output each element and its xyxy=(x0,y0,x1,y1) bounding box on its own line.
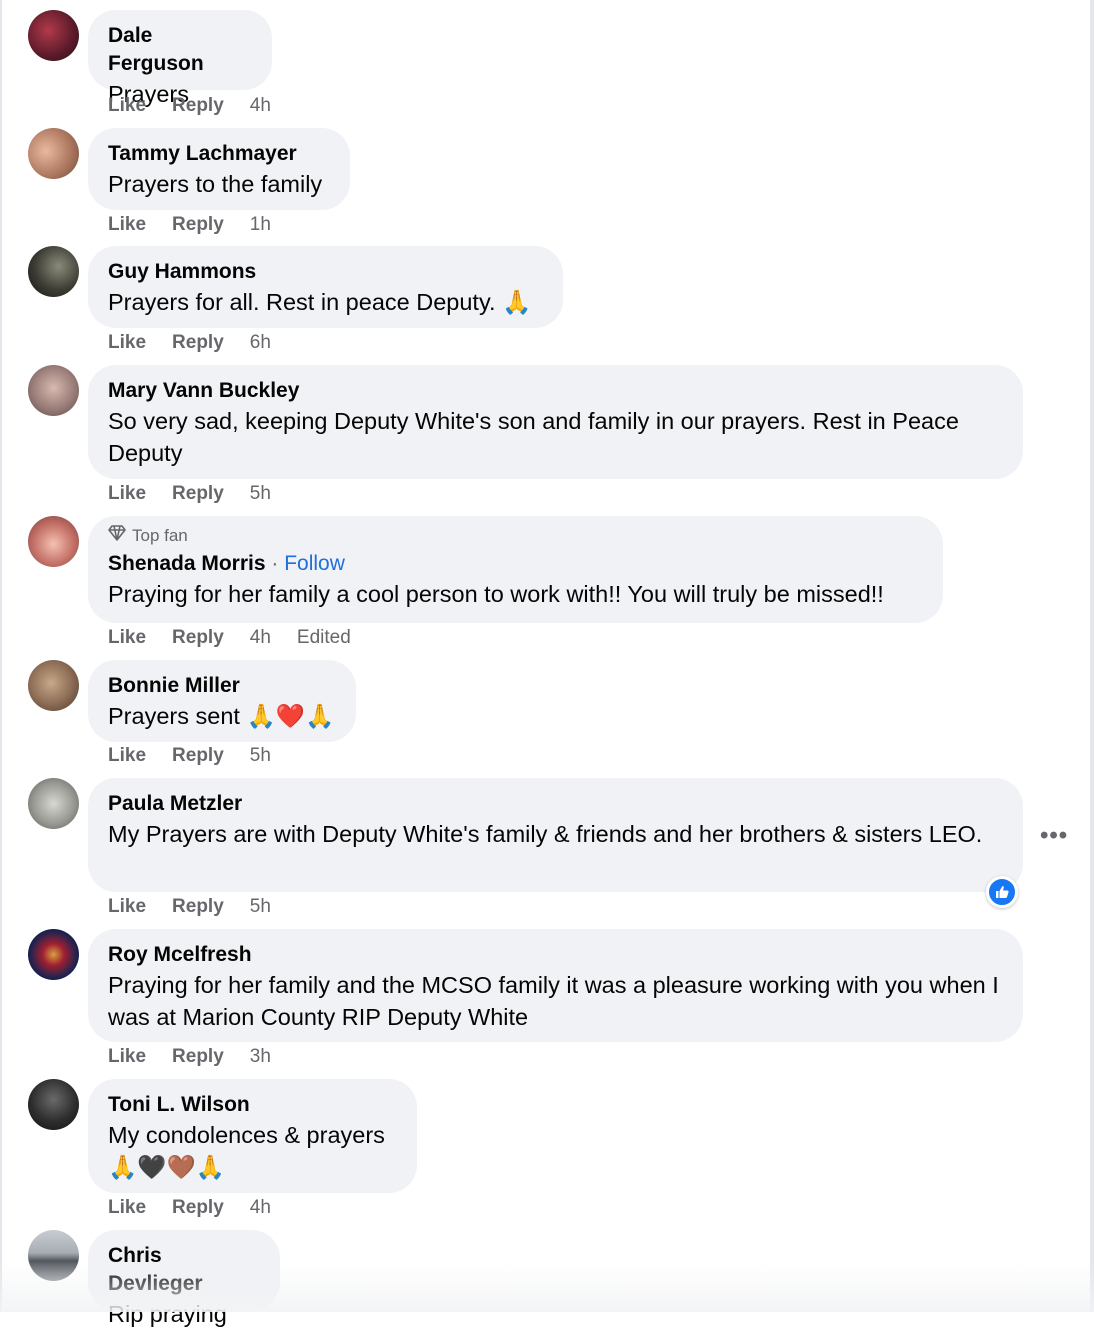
bottom-fade xyxy=(0,1262,1094,1312)
avatar[interactable] xyxy=(28,1079,79,1130)
avatar[interactable] xyxy=(28,246,79,297)
comment-bubble: Top fan Shenada Morris · Follow Praying … xyxy=(88,516,943,623)
comment-text: My Prayers are with Deputy White's famil… xyxy=(108,821,983,847)
comment-text: Praying for her family and the MCSO fami… xyxy=(108,972,999,1030)
reply-button[interactable]: Reply xyxy=(172,332,224,354)
avatar[interactable] xyxy=(28,10,79,61)
comment-author[interactable]: Toni L. Wilson xyxy=(108,1091,397,1119)
comment-actions: Like Reply 5h xyxy=(108,745,297,767)
like-button[interactable]: Like xyxy=(108,214,146,236)
comment-emoji-line: 🙏🖤🤎🙏 xyxy=(108,1154,226,1180)
frame-edge xyxy=(1090,0,1094,1312)
comment-author[interactable]: Dale Ferguson xyxy=(108,22,252,78)
comment-text: Prayers to the family xyxy=(108,171,323,197)
comment-author[interactable]: Mary Vann Buckley xyxy=(108,377,1003,405)
comment-author[interactable]: Paula Metzler xyxy=(108,790,1003,818)
diamond-icon xyxy=(108,525,126,547)
like-button[interactable]: Like xyxy=(108,1046,146,1068)
comment-time[interactable]: 6h xyxy=(250,332,271,354)
comment-author[interactable]: Roy Mcelfresh xyxy=(108,941,1003,969)
reply-button[interactable]: Reply xyxy=(172,95,224,117)
frame-edge xyxy=(0,0,2,1312)
reply-button[interactable]: Reply xyxy=(172,627,224,649)
avatar[interactable] xyxy=(28,660,79,711)
comment-text: Prayers sent 🙏❤️🙏 xyxy=(108,703,335,729)
comment-time[interactable]: 1h xyxy=(250,214,271,236)
comment-actions: Like Reply 6h xyxy=(108,332,297,354)
comment-text: Prayers for all. Rest in peace Deputy. 🙏 xyxy=(108,289,532,315)
comment-author[interactable]: Bonnie Miller xyxy=(108,672,336,700)
comment-bubble: Roy Mcelfresh Praying for her family and… xyxy=(88,929,1023,1042)
comment-bubble: Toni L. Wilson My condolences & prayers … xyxy=(88,1079,417,1193)
avatar[interactable] xyxy=(28,128,79,179)
comment-text: So very sad, keeping Deputy White's son … xyxy=(108,408,959,466)
comment-actions: Like Reply 5h xyxy=(108,483,297,505)
reply-button[interactable]: Reply xyxy=(172,1046,224,1068)
comment-time[interactable]: 3h xyxy=(250,1046,271,1068)
comment-actions: Like Reply 5h xyxy=(108,896,297,918)
reply-button[interactable]: Reply xyxy=(172,483,224,505)
edited-label[interactable]: Edited xyxy=(297,627,351,649)
comment-bubble: Dale Ferguson Prayers xyxy=(88,10,272,107)
comment-author[interactable]: Guy Hammons xyxy=(108,258,543,286)
comment-time[interactable]: 5h xyxy=(250,483,271,505)
comment-actions: Like Reply 4h Edited xyxy=(108,627,377,649)
comment-author[interactable]: Shenada Morris xyxy=(108,552,266,575)
comment-time[interactable]: 5h xyxy=(250,896,271,918)
like-button[interactable]: Like xyxy=(108,1197,146,1219)
more-options-icon[interactable]: ••• xyxy=(1040,822,1068,850)
reply-button[interactable]: Reply xyxy=(172,1197,224,1219)
comment-text: My condolences & prayers xyxy=(108,1122,385,1148)
comment-bubble: Bonnie Miller Prayers sent 🙏❤️🙏 xyxy=(88,660,356,742)
comment-bubble: Tammy Lachmayer Prayers to the family xyxy=(88,128,350,210)
like-button[interactable]: Like xyxy=(108,896,146,918)
reply-button[interactable]: Reply xyxy=(172,745,224,767)
avatar[interactable] xyxy=(28,365,79,416)
avatar[interactable] xyxy=(28,929,79,980)
like-button[interactable]: Like xyxy=(108,483,146,505)
like-button[interactable]: Like xyxy=(108,332,146,354)
reply-button[interactable]: Reply xyxy=(172,896,224,918)
comment-bubble: Paula Metzler My Prayers are with Deputy… xyxy=(88,778,1023,892)
comment-actions: Like Reply 1h xyxy=(108,214,297,236)
like-button[interactable]: Like xyxy=(108,745,146,767)
comment-time[interactable]: 4h xyxy=(250,627,271,649)
top-fan-badge: Top fan xyxy=(108,525,923,547)
comment-time[interactable]: 4h xyxy=(250,1197,271,1219)
comment-time[interactable]: 5h xyxy=(250,745,271,767)
like-button[interactable]: Like xyxy=(108,95,146,117)
like-button[interactable]: Like xyxy=(108,627,146,649)
separator: · xyxy=(271,552,285,575)
comment-bubble: Mary Vann Buckley So very sad, keeping D… xyxy=(88,365,1023,479)
comment-author[interactable]: Tammy Lachmayer xyxy=(108,140,330,168)
comment-text: Praying for her family a cool person to … xyxy=(108,581,884,607)
comment-actions: Like Reply 4h xyxy=(108,1197,297,1219)
follow-button[interactable]: Follow xyxy=(284,552,345,575)
reply-button[interactable]: Reply xyxy=(172,214,224,236)
comment-actions: Like Reply 3h xyxy=(108,1046,297,1068)
comment-bubble: Guy Hammons Prayers for all. Rest in pea… xyxy=(88,246,563,328)
comment-author-line: Shenada Morris · Follow xyxy=(108,550,923,578)
comment-actions: Like Reply 4h xyxy=(108,95,297,117)
thumbs-up-icon[interactable] xyxy=(986,876,1018,908)
avatar[interactable] xyxy=(28,516,79,567)
top-fan-label: Top fan xyxy=(132,526,188,545)
comment-time[interactable]: 4h xyxy=(250,95,271,117)
avatar[interactable] xyxy=(28,778,79,829)
